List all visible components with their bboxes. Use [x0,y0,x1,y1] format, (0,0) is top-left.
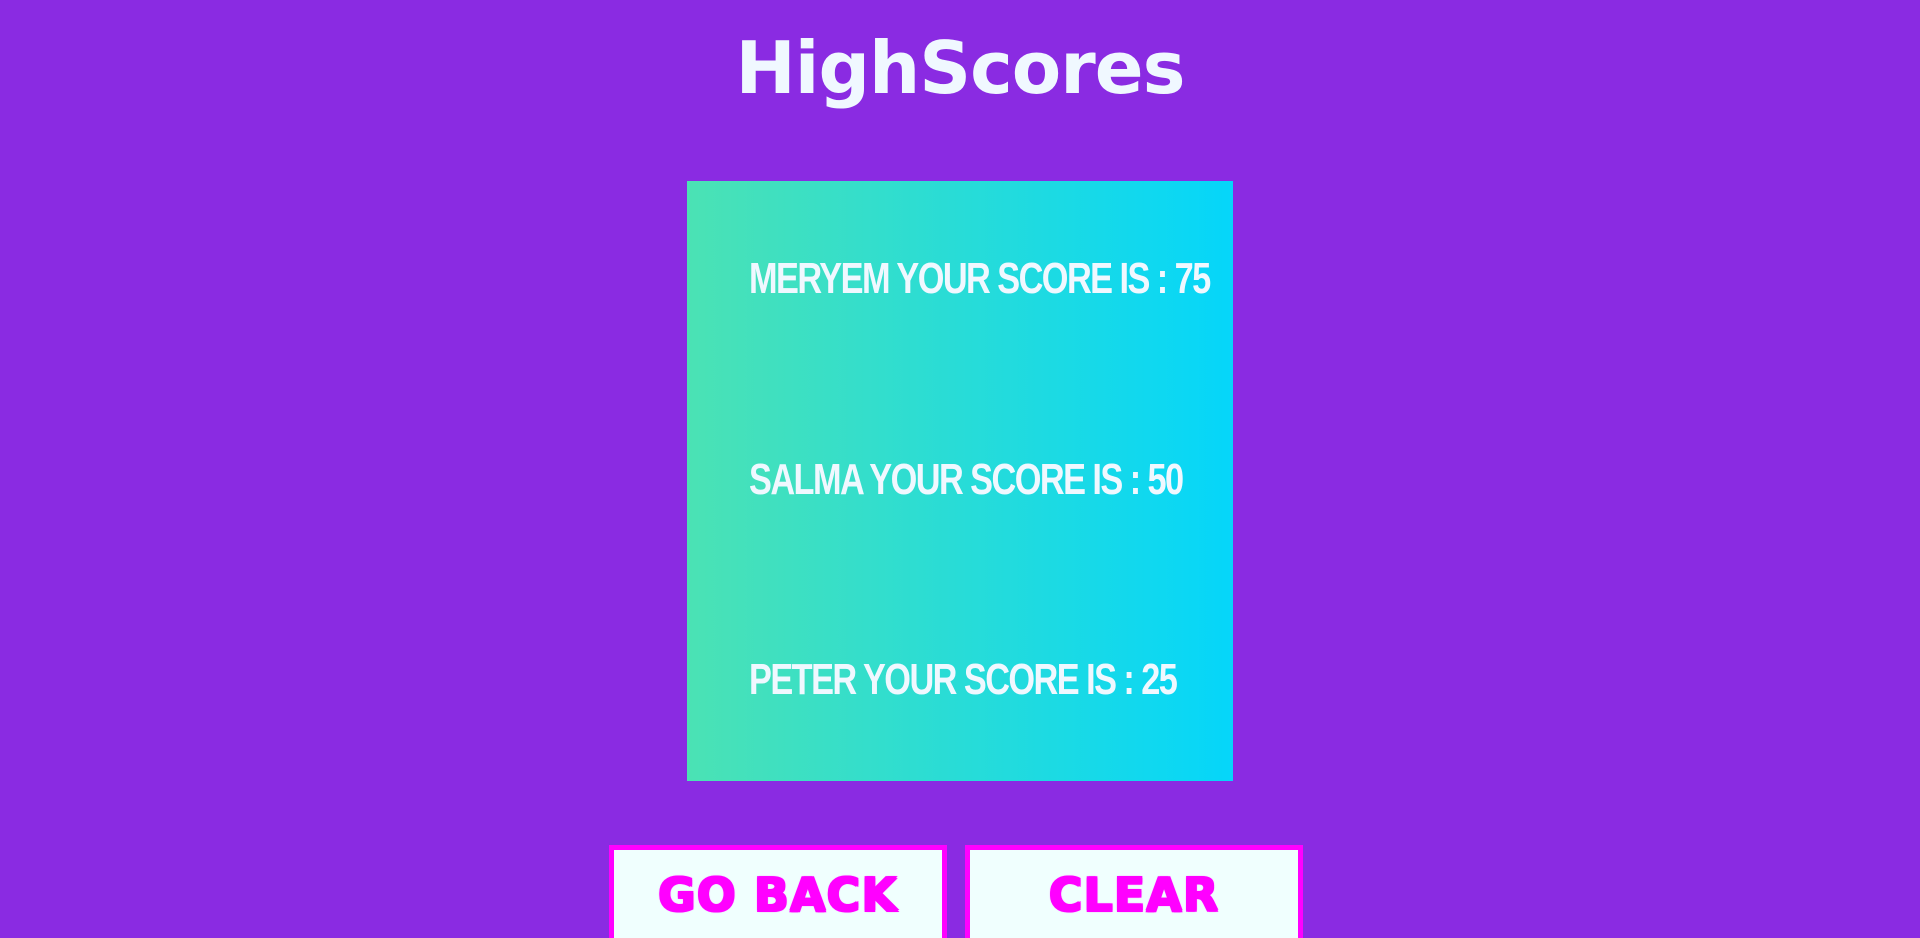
score-entry: PETER YOUR SCORE IS : 25 [749,655,1178,704]
go-back-button[interactable]: GO BACK [609,845,947,938]
score-entry: SALMA YOUR SCORE IS : 50 [749,455,1184,504]
clear-button[interactable]: CLEAR [965,845,1303,938]
page-title: HighScores [735,26,1186,110]
highscores-list: MERYEM YOUR SCORE IS : 75 SALMA YOUR SCO… [687,181,1233,781]
score-entry: MERYEM YOUR SCORE IS : 75 [749,254,1211,303]
